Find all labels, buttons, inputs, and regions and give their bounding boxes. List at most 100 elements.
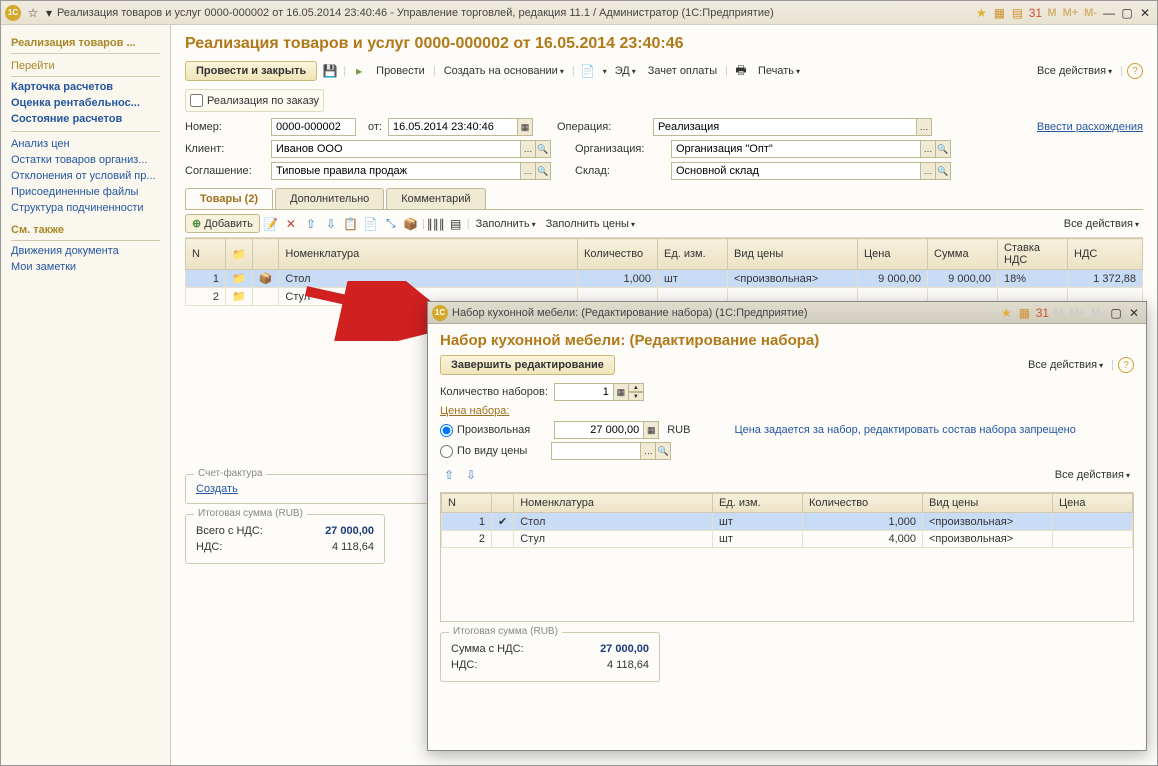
- save-icon[interactable]: 💾: [321, 62, 339, 80]
- tb-down-icon[interactable]: ⇩: [322, 215, 340, 233]
- calendar-icon[interactable]: 31: [1027, 5, 1043, 21]
- arbitrary-radio[interactable]: [440, 424, 453, 437]
- invoice-create-link[interactable]: Создать: [196, 483, 238, 495]
- table-all-actions[interactable]: Все действия▾: [1060, 216, 1143, 232]
- ed-button[interactable]: ЭД▾: [611, 63, 640, 79]
- warehouse-search-icon[interactable]: 🔍: [935, 162, 951, 180]
- mem-m[interactable]: M: [1045, 7, 1058, 19]
- down-icon[interactable]: ▾: [41, 5, 57, 21]
- warehouse-select-icon[interactable]: …: [920, 162, 936, 180]
- print-button[interactable]: Печать▾: [754, 63, 804, 79]
- col-qty[interactable]: Количество: [578, 239, 658, 270]
- sidebar-item[interactable]: Остатки товаров организ...: [11, 152, 160, 168]
- agreement-search-icon[interactable]: 🔍: [535, 162, 551, 180]
- post-button[interactable]: Провести: [372, 63, 429, 79]
- tb-box-icon[interactable]: 📦: [402, 215, 420, 233]
- client-search-icon[interactable]: 🔍: [535, 140, 551, 158]
- col-n[interactable]: N: [186, 239, 226, 270]
- client-input[interactable]: [271, 140, 521, 158]
- dialog-cal-icon[interactable]: 31: [1034, 305, 1050, 321]
- org-search-icon[interactable]: 🔍: [935, 140, 951, 158]
- col-vat[interactable]: НДС: [1068, 239, 1143, 270]
- sidebar-item[interactable]: Карточка расчетов: [11, 79, 160, 95]
- dialog-all-actions[interactable]: Все действия▾: [1024, 357, 1107, 373]
- order-checkbox[interactable]: [190, 94, 203, 107]
- tb-delete-icon[interactable]: ✕: [282, 215, 300, 233]
- dcol-price[interactable]: Цена: [1053, 494, 1133, 513]
- tab-comment[interactable]: Комментарий: [386, 188, 485, 209]
- all-actions-button[interactable]: Все действия▾: [1033, 63, 1116, 79]
- price-calc-icon[interactable]: ▦: [643, 421, 659, 439]
- tab-additional[interactable]: Дополнительно: [275, 188, 384, 209]
- offset-button[interactable]: Зачет оплаты: [644, 63, 721, 79]
- bytype-radio[interactable]: [440, 445, 453, 458]
- calc-icon[interactable]: ▤: [1009, 5, 1025, 21]
- fill-prices-button[interactable]: Заполнить цены▾: [542, 216, 639, 232]
- date-picker-icon[interactable]: ▦: [517, 118, 533, 136]
- dialog-help-icon[interactable]: ?: [1118, 357, 1134, 373]
- order-checkbox-row[interactable]: Реализация по заказу: [185, 89, 324, 112]
- pricetype-select-icon[interactable]: …: [640, 442, 656, 460]
- dcol-type[interactable]: Вид цены: [923, 494, 1053, 513]
- star-icon[interactable]: ☆: [25, 5, 41, 21]
- create-based-button[interactable]: Создать на основании▾: [440, 63, 568, 79]
- date-input[interactable]: [388, 118, 518, 136]
- qty-up-icon[interactable]: ▲: [628, 383, 644, 392]
- dialog-down-icon[interactable]: ⇩: [462, 466, 480, 484]
- dcol-check[interactable]: [492, 494, 514, 513]
- sidebar-item[interactable]: Оценка рентабельнос...: [11, 95, 160, 111]
- price-input[interactable]: [554, 421, 644, 439]
- sidebar-item[interactable]: Мои заметки: [11, 259, 160, 275]
- number-input[interactable]: [271, 118, 356, 136]
- col-vatrate[interactable]: Ставка НДС: [998, 239, 1068, 270]
- tb-barcode-icon[interactable]: ∥∥∥: [427, 215, 445, 233]
- col-icon1[interactable]: 📁: [226, 239, 253, 270]
- sidebar-item[interactable]: Движения документа: [11, 243, 160, 259]
- col-price[interactable]: Цена: [858, 239, 928, 270]
- maximize-icon[interactable]: ▢: [1119, 5, 1135, 21]
- post-icon[interactable]: ▸: [350, 62, 368, 80]
- col-unit[interactable]: Ед. изм.: [658, 239, 728, 270]
- dialog-restore-icon[interactable]: ▢: [1108, 305, 1124, 321]
- close-icon[interactable]: ✕: [1137, 5, 1153, 21]
- warehouse-input[interactable]: [671, 162, 921, 180]
- pricetype-input[interactable]: [551, 442, 641, 460]
- sidebar-item[interactable]: Структура подчиненности: [11, 200, 160, 216]
- fav-icon[interactable]: ★: [973, 5, 989, 21]
- dialog-grid-icon[interactable]: ▦: [1016, 305, 1032, 321]
- sidebar-item[interactable]: Состояние расчетов: [11, 111, 160, 127]
- client-select-icon[interactable]: …: [520, 140, 536, 158]
- col-icon2[interactable]: [252, 239, 279, 270]
- sidebar-item[interactable]: Присоединенные файлы: [11, 184, 160, 200]
- sidebar-item[interactable]: Анализ цен: [11, 136, 160, 152]
- table-row[interactable]: 1📁📦 Стол 1,000 шт <произвольная> 9 000,0…: [186, 270, 1143, 288]
- tb-list-icon[interactable]: ▤: [447, 215, 465, 233]
- finish-edit-button[interactable]: Завершить редактирование: [440, 355, 615, 375]
- tab-goods[interactable]: Товары (2): [185, 188, 273, 209]
- help-icon[interactable]: ?: [1127, 63, 1143, 79]
- doc-icon[interactable]: 📄: [579, 62, 597, 80]
- post-close-button[interactable]: Провести и закрыть: [185, 61, 317, 81]
- mem-mplus[interactable]: M+: [1061, 7, 1081, 19]
- dialog-table-row[interactable]: 1 ✔ Стол шт 1,000 <произвольная>: [442, 513, 1133, 531]
- agreement-input[interactable]: [271, 162, 521, 180]
- pricetype-search-icon[interactable]: 🔍: [655, 442, 671, 460]
- dialog-table-row[interactable]: 2 Стул шт 4,000 <произвольная>: [442, 531, 1133, 548]
- grid-icon[interactable]: ▦: [991, 5, 1007, 21]
- tb-edit-icon[interactable]: 📝: [262, 215, 280, 233]
- dcol-n[interactable]: N: [442, 494, 492, 513]
- add-button[interactable]: ⊕Добавить: [185, 214, 260, 233]
- qty-calc-icon[interactable]: ▦: [613, 383, 629, 401]
- dialog-up-icon[interactable]: ⇧: [440, 466, 458, 484]
- dialog-table-all-actions[interactable]: Все действия▾: [1051, 467, 1134, 483]
- dialog-fav-icon[interactable]: ★: [998, 305, 1014, 321]
- minimize-icon[interactable]: —: [1101, 5, 1117, 21]
- col-name[interactable]: Номенклатура: [279, 239, 578, 270]
- discrepancy-link[interactable]: Ввести расхождения: [1037, 121, 1143, 133]
- qty-input[interactable]: [554, 383, 614, 401]
- dcol-name[interactable]: Номенклатура: [514, 494, 713, 513]
- dialog-close-icon[interactable]: ✕: [1126, 305, 1142, 321]
- dialog-table[interactable]: N Номенклатура Ед. изм. Количество Вид ц…: [441, 493, 1133, 548]
- org-select-icon[interactable]: …: [920, 140, 936, 158]
- tb-paste-icon[interactable]: 📄: [362, 215, 380, 233]
